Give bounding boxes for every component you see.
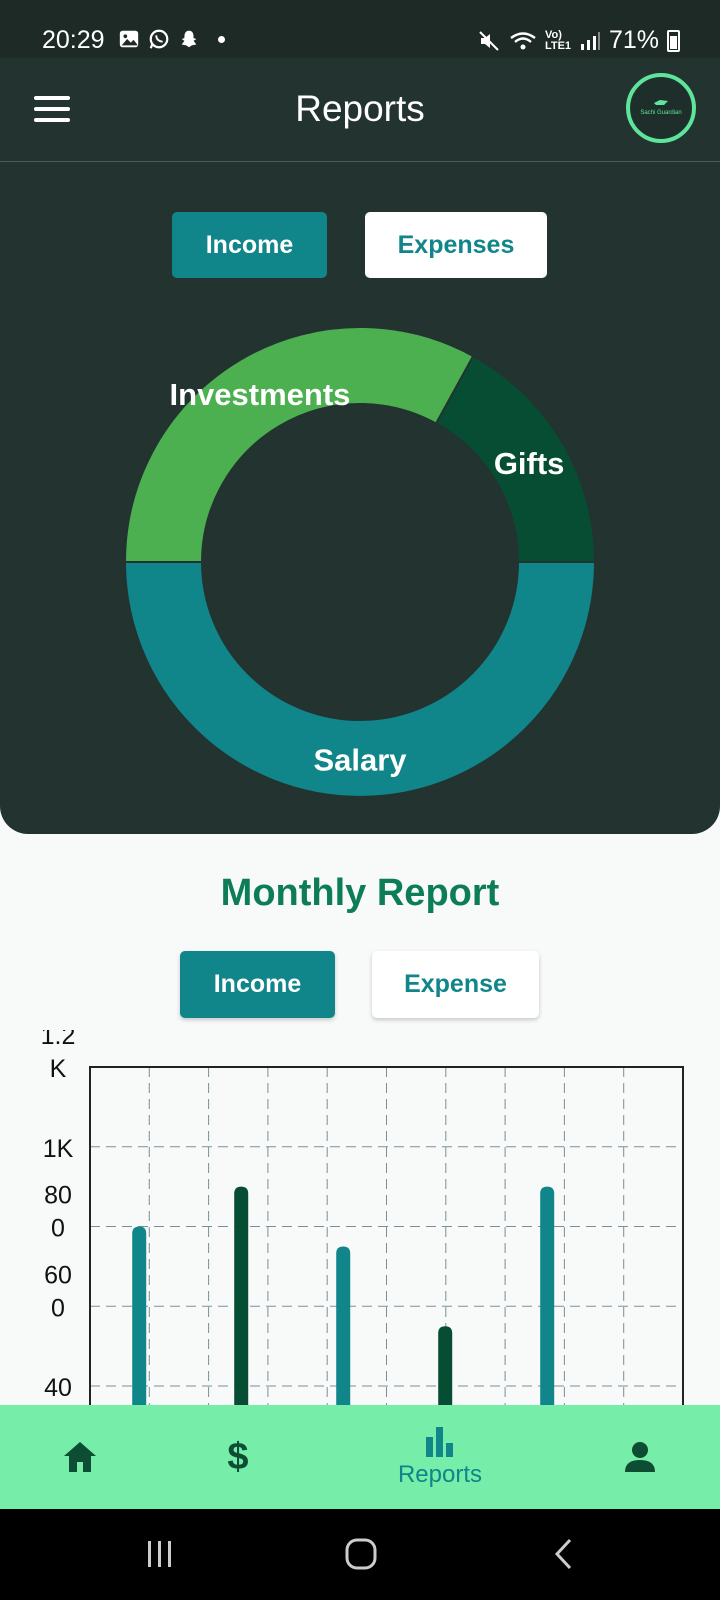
- donut-label-gifts: Gifts: [494, 446, 565, 481]
- snapchat-icon: [181, 30, 197, 48]
- gallery-icon: [119, 30, 139, 48]
- monthly-income-button[interactable]: Income: [180, 951, 335, 1018]
- y-tick-label: K: [50, 1055, 67, 1083]
- chart-bar[interactable]: [336, 1246, 351, 1406]
- nav-home[interactable]: [40, 1405, 120, 1509]
- expenses-toggle-button[interactable]: Expenses: [365, 212, 547, 278]
- chart-bar[interactable]: [540, 1186, 555, 1406]
- monthly-expense-button[interactable]: Expense: [372, 951, 539, 1018]
- nav-transactions[interactable]: $: [198, 1405, 278, 1509]
- chart-bar[interactable]: [234, 1186, 249, 1406]
- donut-slice-investments[interactable]: [123, 326, 475, 563]
- monthly-report-title: Monthly Report: [220, 872, 500, 914]
- y-tick-label: 60: [44, 1261, 72, 1289]
- y-tick-label: 1.2: [41, 1030, 76, 1050]
- network-label: Vo) LTE1: [544, 28, 572, 52]
- home-button-icon[interactable]: [344, 1537, 378, 1571]
- nav-reports[interactable]: Reports: [380, 1405, 500, 1509]
- logo-text: Sachi Guardian: [640, 110, 681, 116]
- y-tick-label: 40: [44, 1374, 72, 1402]
- nav-reports-label: Reports: [397, 1461, 483, 1488]
- y-tick-label: 0: [51, 1294, 65, 1322]
- app-header: Reports Sachi Guardian: [0, 58, 720, 162]
- y-tick-label: 0: [51, 1215, 65, 1243]
- income-toggle-button[interactable]: Income: [172, 212, 327, 278]
- more-notifications-dot: [218, 35, 225, 43]
- app-logo[interactable]: Sachi Guardian: [624, 70, 698, 146]
- home-icon: [64, 1442, 96, 1472]
- chart-bar[interactable]: [438, 1326, 453, 1406]
- person-icon: [625, 1442, 655, 1472]
- income-donut-chart: Investments Gifts Salary: [123, 326, 597, 798]
- wifi-icon: [510, 31, 536, 49]
- system-navigation-bar: [0, 1509, 720, 1600]
- bar-chart-icon: [426, 1427, 453, 1457]
- whatsapp-icon: [149, 29, 169, 49]
- page-title: Reports: [295, 88, 425, 129]
- back-icon[interactable]: [552, 1537, 576, 1571]
- mute-icon: [479, 30, 499, 51]
- monthly-bar-chart: 1.2 K 1K 80 0 60 0 40: [41, 1030, 684, 1406]
- notification-icons: [118, 28, 225, 50]
- donut-label-investments: Investments: [170, 377, 351, 412]
- donut-label-salary: Salary: [313, 743, 407, 778]
- nav-profile[interactable]: [600, 1405, 680, 1509]
- chart-bar[interactable]: [132, 1226, 147, 1406]
- dollar-icon: $: [227, 1435, 249, 1478]
- status-bar: 20:29 Vo) LTE1 71%: [0, 0, 720, 58]
- recent-apps-icon[interactable]: [144, 1537, 176, 1571]
- signal-icon: [580, 31, 600, 50]
- battery-percent: 71%: [608, 26, 659, 54]
- y-tick-label: 1K: [43, 1135, 74, 1163]
- system-status: Vo) LTE1 71%: [477, 26, 680, 55]
- status-time: 20:29: [42, 26, 105, 54]
- y-tick-label: 80: [44, 1182, 72, 1210]
- battery-icon: [667, 29, 680, 52]
- bottom-navigation: $ Reports: [0, 1405, 720, 1509]
- income-breakdown-card: Investments Gifts Salary Income Expenses: [0, 162, 720, 834]
